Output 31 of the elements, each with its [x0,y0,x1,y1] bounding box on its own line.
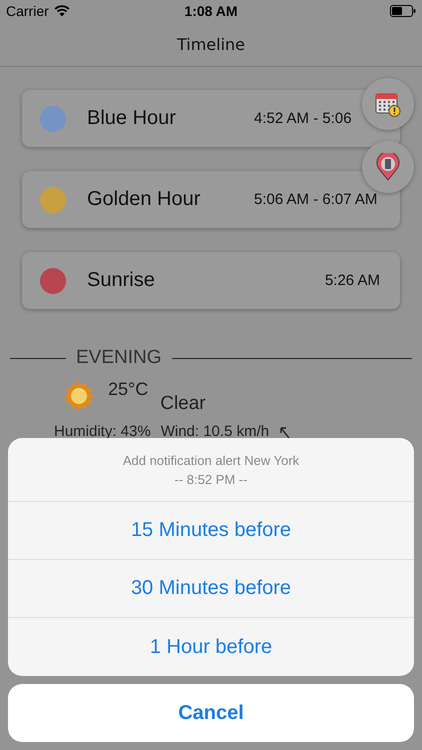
carrier-label: Carrier [6,3,49,19]
event-name: Blue Hour [87,107,177,130]
clock-time: 1:08 AM [184,3,238,19]
weather-condition: Clear [160,393,206,415]
sun-icon [62,379,96,413]
map-pin-icon [376,153,400,181]
screen-title: Timeline [176,34,246,54]
sheet-title: Add notification alert New York [122,452,300,468]
wind-direction-icon [279,424,292,438]
event-card[interactable]: Sunrise 5:26 AM [22,252,400,309]
event-name: Golden Hour [87,188,202,211]
calendar-alert-icon [375,91,401,117]
sheet-subtitle: -- 8:52 PM -- [174,472,248,486]
event-time: 4:52 AM - 5:06 [254,110,353,127]
wifi-icon [54,5,70,17]
event-card[interactable]: Blue Hour 4:52 AM - 5:06 [22,90,400,147]
section-title: EVENING [76,347,162,369]
sheet-option[interactable]: 1 Hour before [8,618,414,676]
calendar-button[interactable] [362,78,414,130]
humidity-label: Humidity: 43% [54,423,151,440]
battery-icon [390,5,416,17]
event-card[interactable]: Golden Hour 5:06 AM - 6:07 AM [22,171,400,228]
location-button[interactable] [362,141,414,193]
temperature: 25°C [108,379,148,400]
event-time: 5:26 AM [324,272,380,289]
event-time: 5:06 AM - 6:07 AM [254,191,378,208]
wind-label: Wind: 10.5 km/h [160,423,270,440]
sheet-option[interactable]: 15 Minutes before [8,502,414,560]
cancel-button[interactable]: Cancel [8,684,414,742]
sheet-option[interactable]: 30 Minutes before [8,560,414,618]
event-name: Sunrise [87,269,156,292]
